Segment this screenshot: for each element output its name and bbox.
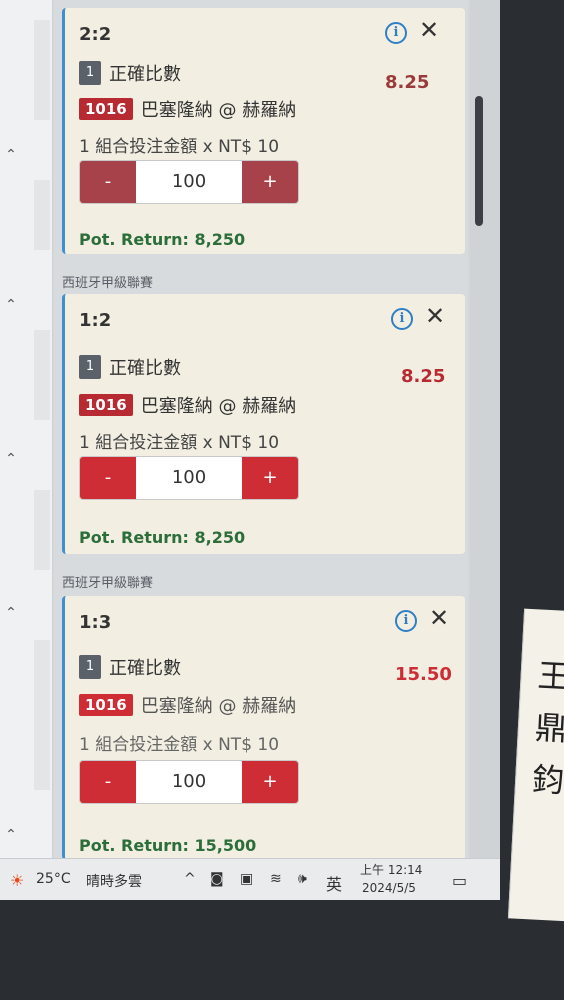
chevron-up-icon[interactable]: ⌃ [2,296,20,314]
bet-card: 2:2 i ✕ 1 正確比數 8.25 1016 巴塞隆納 @ 赫羅納 1 組合… [62,8,465,254]
bet-type-label: 正確比數 [109,358,181,379]
wifi-icon[interactable]: ≋ [270,871,282,887]
weather-sun-icon[interactable]: ☀ [10,871,24,890]
odds-value: 8.25 [385,72,430,93]
weather-status[interactable]: 晴時多雲 [86,871,142,891]
scrollbar-track[interactable] [470,0,500,858]
taskbar: ☀ 25°C 晴時多雲 ^ ◙ ▣ ≋ 🕪 英 上午 12:14 2024/5/… [0,858,500,900]
match-name: 巴塞隆納 @ 赫羅納 [140,100,297,121]
quantity-badge: 1 [79,61,101,85]
bet-score: 2:2 [79,24,112,45]
odds-value: 8.25 [401,366,446,387]
bet-score: 1:2 [79,310,112,331]
league-label: 西班牙甲級聯賽 [62,276,154,291]
stake-stepper: - 100 + [79,160,299,204]
bet-type-row: 1 正確比數 [79,654,181,680]
bet-card: 1:2 i ✕ 1 正確比數 8.25 1016 巴塞隆納 @ 赫羅納 1 組合… [62,294,465,554]
match-id-badge: 1016 [79,394,133,416]
chevron-up-icon[interactable]: ⌃ [2,146,20,164]
close-icon[interactable]: ✕ [419,18,439,42]
potential-return: Pot. Return: 8,250 [79,528,246,547]
input-method[interactable]: 英 [326,871,342,895]
close-icon[interactable]: ✕ [425,304,445,328]
stake-input[interactable]: 100 [136,761,242,803]
close-icon[interactable]: ✕ [429,606,449,630]
camera-icon[interactable]: ◙ [210,871,224,887]
book-spine-text: 王鼎鈞 [531,656,564,800]
temperature[interactable]: 25°C [36,871,71,887]
stake-minus-button[interactable]: - [80,457,136,499]
potential-return: Pot. Return: 15,500 [79,836,257,855]
chevron-up-icon[interactable]: ⌃ [2,450,20,468]
odds-value: 15.50 [395,664,452,685]
volume-icon[interactable]: 🕪 [298,871,307,887]
info-icon[interactable]: i [385,22,407,44]
match-row: 1016 巴塞隆納 @ 赫羅納 [79,692,296,718]
potential-return: Pot. Return: 8,250 [79,230,246,249]
info-icon[interactable]: i [395,610,417,632]
bet-slip-panel: 2:2 i ✕ 1 正確比數 8.25 1016 巴塞隆納 @ 赫羅納 1 組合… [54,0,468,860]
match-id-badge: 1016 [79,98,133,120]
bet-score: 1:3 [79,612,112,633]
league-label: 西班牙甲級聯賽 [62,576,154,591]
scrollbar-thumb[interactable] [475,96,483,226]
match-row: 1016 巴塞隆納 @ 赫羅納 [79,392,296,418]
match-name: 巴塞隆納 @ 赫羅納 [140,396,297,417]
bet-type-row: 1 正確比數 [79,60,181,86]
bet-type-label: 正確比數 [109,658,181,679]
left-panel-block [34,640,50,790]
notification-icon[interactable]: ▭ [452,871,467,890]
stake-stepper: - 100 + [79,760,299,804]
chevron-up-icon[interactable]: ^ [184,871,196,887]
left-panel-strip: ⌃ ⌃ ⌃ ⌃ ⌃ [0,0,53,858]
match-row: 1016 巴塞隆納 @ 赫羅納 [79,96,296,122]
left-panel-block [34,490,50,570]
stake-minus-button[interactable]: - [80,761,136,803]
stake-input[interactable]: 100 [136,457,242,499]
meeting-icon[interactable]: ▣ [240,871,253,887]
match-id-badge: 1016 [79,694,133,716]
stake-plus-button[interactable]: + [242,761,298,803]
bet-card: 1:3 i ✕ 1 正確比數 15.50 1016 巴塞隆納 @ 赫羅納 1 組… [62,596,465,860]
quantity-badge: 1 [79,655,101,679]
clock-date[interactable]: 2024/5/5 [362,881,416,895]
left-panel-block [34,180,50,250]
stake-minus-button[interactable]: - [80,161,136,203]
chevron-up-icon[interactable]: ⌃ [2,826,20,844]
left-panel-block [34,330,50,420]
stake-line: 1 組合投注金額 x NT$ 10 [79,735,280,755]
stake-stepper: - 100 + [79,456,299,500]
stake-line: 1 組合投注金額 x NT$ 10 [79,433,280,453]
bet-type-label: 正確比數 [109,64,181,85]
left-panel-block [34,20,50,120]
book-spine: 王鼎鈞 [507,608,564,922]
stake-plus-button[interactable]: + [242,457,298,499]
quantity-badge: 1 [79,355,101,379]
stake-line: 1 組合投注金額 x NT$ 10 [79,137,280,157]
stake-plus-button[interactable]: + [242,161,298,203]
bet-type-row: 1 正確比數 [79,354,181,380]
info-icon[interactable]: i [391,308,413,330]
stake-input[interactable]: 100 [136,161,242,203]
screen: ⌃ ⌃ ⌃ ⌃ ⌃ 2:2 i ✕ 1 正確比數 8.25 1016 巴塞隆納 … [0,0,500,900]
match-name: 巴塞隆納 @ 赫羅納 [140,696,297,717]
clock-time[interactable]: 上午 12:14 [360,861,422,878]
chevron-up-icon[interactable]: ⌃ [2,604,20,622]
